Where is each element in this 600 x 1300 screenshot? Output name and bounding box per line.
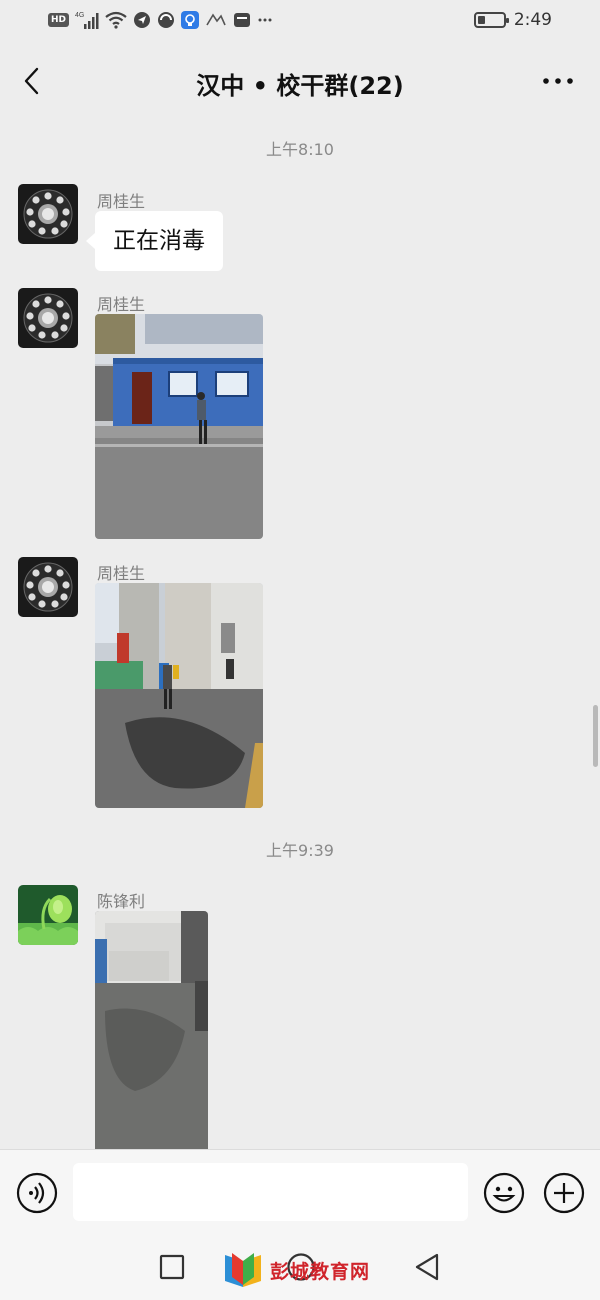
watermark: 彭城教育网 bbox=[222, 1251, 370, 1289]
hd-icon: HD bbox=[48, 13, 70, 27]
clock: 2:49 bbox=[513, 10, 552, 30]
input-bar bbox=[0, 1149, 600, 1235]
cellular-signal-icon: 4G bbox=[75, 10, 99, 30]
triangle-back-icon[interactable] bbox=[413, 1252, 441, 1282]
more-notifications-icon bbox=[257, 11, 273, 29]
book-logo-icon bbox=[225, 1253, 261, 1287]
status-bar-left: HD 4G bbox=[48, 10, 273, 30]
title-bar: 汉中 • 校干群(22) bbox=[0, 46, 600, 116]
sender-name: 周桂生 bbox=[97, 295, 146, 314]
lightbulb-icon bbox=[181, 11, 200, 29]
sprout-avatar bbox=[18, 885, 78, 945]
emoji-icon[interactable] bbox=[483, 1172, 525, 1214]
text-bubble[interactable]: 正在消毒 bbox=[86, 211, 223, 271]
sender-name: 周桂生 bbox=[97, 564, 146, 583]
paper-plane-icon bbox=[133, 11, 151, 29]
photo-wet-floor-room bbox=[95, 911, 208, 1149]
image-message[interactable] bbox=[95, 583, 263, 808]
svg-text:4G: 4G bbox=[75, 12, 84, 19]
photo-gate-disinfection bbox=[95, 583, 263, 808]
rotary-dial-avatar bbox=[18, 184, 78, 244]
wifi-icon bbox=[105, 11, 127, 29]
battery-fill bbox=[477, 16, 485, 24]
rotary-dial-avatar bbox=[18, 288, 78, 348]
app-icon bbox=[205, 11, 227, 29]
image-message[interactable] bbox=[95, 314, 263, 539]
avatar[interactable] bbox=[18, 557, 78, 617]
avatar[interactable] bbox=[18, 288, 78, 348]
app-icon bbox=[157, 11, 175, 29]
chat-title: 汉中 • 校干群(22) bbox=[196, 72, 404, 100]
scrollbar[interactable] bbox=[593, 705, 598, 767]
avatar[interactable] bbox=[18, 885, 78, 945]
status-bar-right: 2:49 bbox=[473, 10, 552, 30]
rotary-dial-avatar bbox=[18, 557, 78, 617]
voice-icon[interactable] bbox=[16, 1172, 58, 1214]
status-bar: HD 4G 2:49 bbox=[0, 0, 600, 46]
timestamp: 上午9:39 bbox=[266, 841, 334, 860]
plus-icon[interactable] bbox=[543, 1172, 585, 1214]
battery-icon bbox=[473, 12, 509, 28]
photo-blue-container-disinfection bbox=[95, 314, 263, 539]
sender-name: 周桂生 bbox=[97, 192, 146, 211]
watermark-text: 彭城教育网 bbox=[270, 1260, 371, 1283]
app-icon bbox=[233, 11, 251, 29]
navigation-bar: 彭城教育网 bbox=[0, 1235, 600, 1300]
timestamp: 上午8:10 bbox=[266, 140, 334, 159]
avatar[interactable] bbox=[18, 184, 78, 244]
image-message[interactable] bbox=[95, 911, 208, 1149]
more-dots-icon[interactable] bbox=[542, 73, 574, 89]
square-icon[interactable] bbox=[159, 1254, 185, 1280]
sender-name: 陈锋利 bbox=[97, 892, 146, 911]
message-input[interactable] bbox=[73, 1163, 468, 1221]
